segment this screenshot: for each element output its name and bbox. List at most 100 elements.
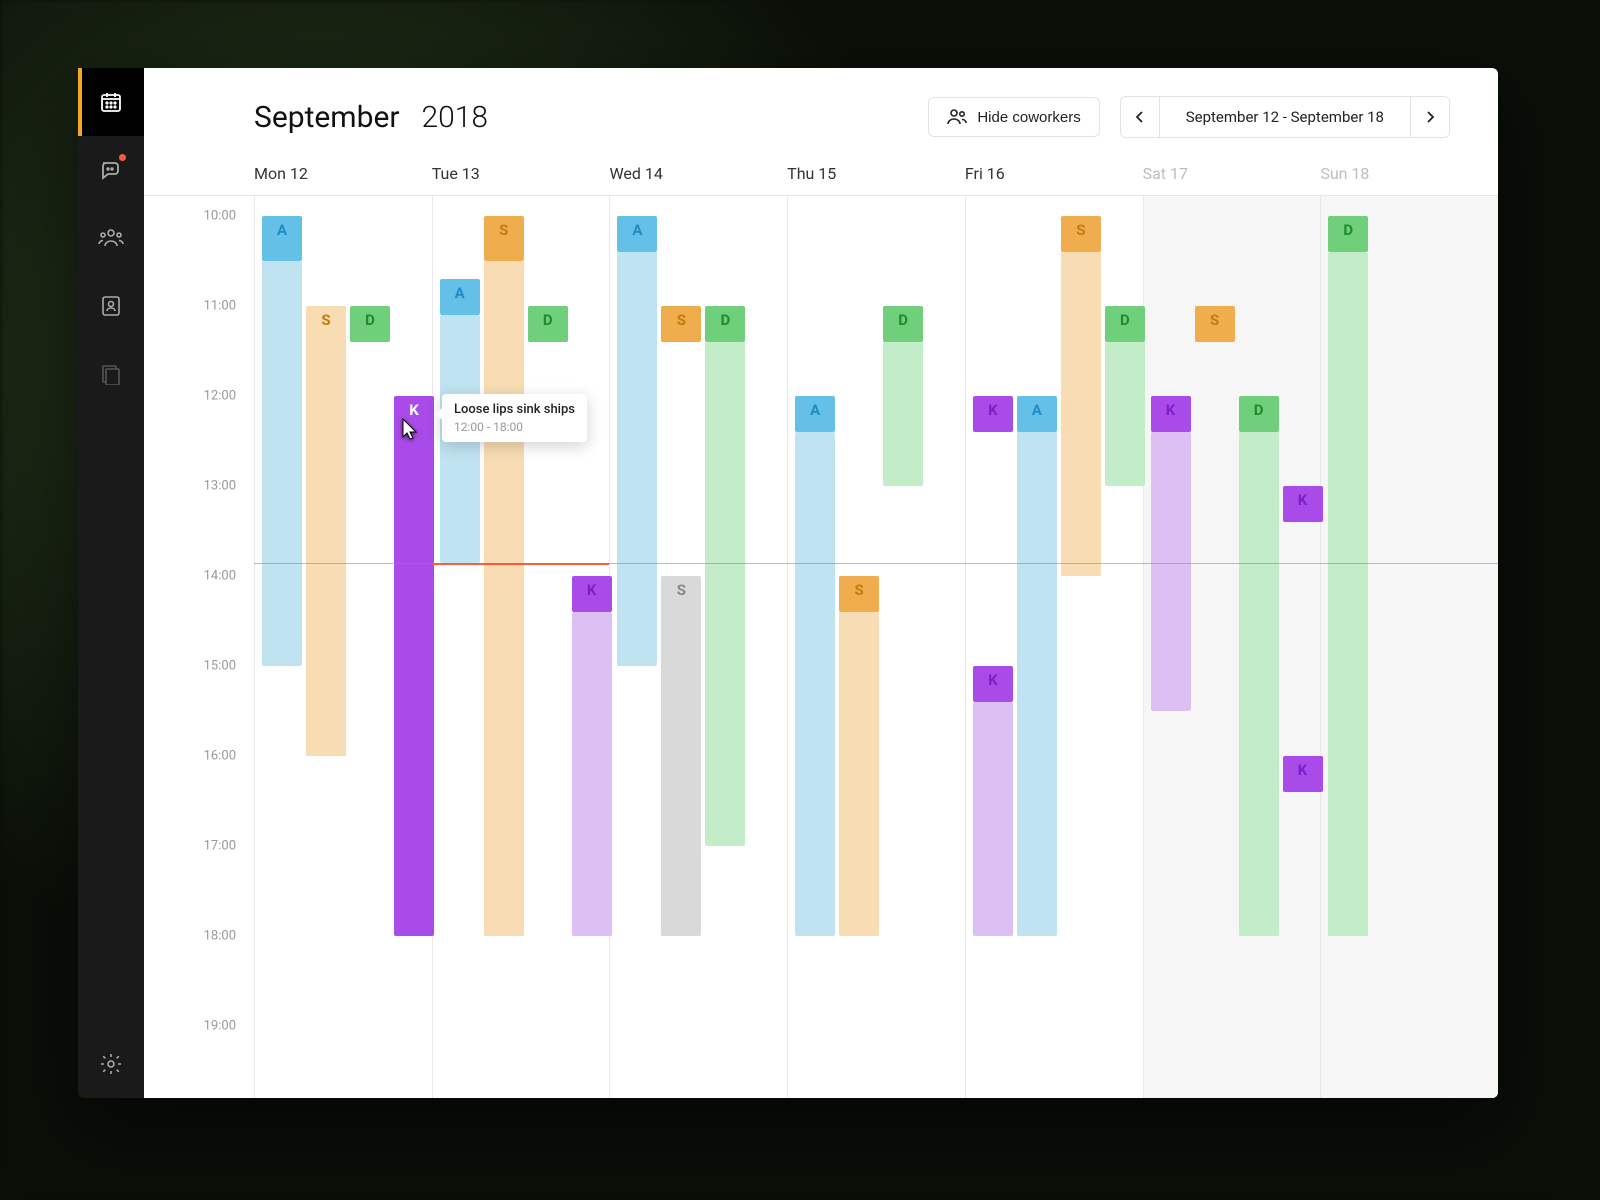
- calendar-app-window: September 2018 Hide coworkers: [78, 68, 1498, 1098]
- event-coworker-badge: D: [543, 311, 553, 329]
- calendar-event[interactable]: [705, 342, 745, 846]
- chat-icon: [99, 158, 123, 182]
- calendar-event[interactable]: D: [1105, 306, 1145, 342]
- tooltip-title: Loose lips sink ships: [454, 402, 575, 418]
- hide-coworkers-button[interactable]: Hide coworkers: [928, 97, 1099, 137]
- event-coworker-badge: S: [1210, 311, 1219, 329]
- main-panel: September 2018 Hide coworkers: [144, 68, 1498, 1098]
- calendar-event[interactable]: D: [528, 306, 568, 342]
- calendar-event[interactable]: [1017, 432, 1057, 936]
- event-coworker-badge: S: [855, 581, 864, 599]
- date-range-label[interactable]: September 12 - September 18: [1159, 97, 1411, 137]
- chevron-right-icon: [1425, 110, 1435, 124]
- tooltip-time: 12:00 - 18:00: [454, 420, 575, 434]
- day-header-row: Mon 12Tue 13Wed 14Thu 15Fri 16Sat 17Sun …: [144, 164, 1498, 195]
- calendar-event[interactable]: A: [795, 396, 835, 432]
- time-label: 16:00: [204, 749, 236, 764]
- time-column: 10:0011:0012:0013:0014:0015:0016:0017:00…: [144, 196, 254, 1098]
- calendar-event[interactable]: [484, 261, 524, 936]
- calendar-event[interactable]: A: [1017, 396, 1057, 432]
- calendar-event[interactable]: [883, 342, 923, 486]
- notification-dot-icon: [119, 154, 126, 161]
- calendar-event[interactable]: [973, 702, 1013, 936]
- calendar-event[interactable]: [839, 612, 879, 936]
- calendar-event[interactable]: A: [262, 216, 302, 261]
- calendar-event[interactable]: D: [1328, 216, 1368, 252]
- event-coworker-badge: S: [321, 311, 330, 329]
- calendar-event[interactable]: S: [306, 306, 346, 756]
- calendar-event[interactable]: [572, 612, 612, 936]
- chevron-left-icon: [1135, 110, 1145, 124]
- prev-week-button[interactable]: [1121, 97, 1159, 137]
- day-header: Mon 12: [254, 164, 432, 195]
- time-label: 10:00: [204, 209, 236, 224]
- calendar-event[interactable]: [617, 252, 657, 666]
- current-time-indicator-faint: [609, 563, 787, 564]
- current-time-indicator-faint: [1143, 563, 1321, 564]
- calendar-event[interactable]: K: [973, 666, 1013, 702]
- team-icon: [98, 226, 124, 250]
- event-coworker-badge: K: [988, 401, 998, 419]
- calendar-grid[interactable]: ASDKASDKASSDASDKKASDKSDKKDLoose lips sin…: [254, 196, 1498, 1098]
- calendar-event[interactable]: A: [617, 216, 657, 252]
- calendar-event[interactable]: K: [973, 396, 1013, 432]
- sidebar-item-settings[interactable]: [78, 1030, 144, 1098]
- calendar-event[interactable]: K: [1283, 486, 1323, 522]
- day-header: Sat 17: [1143, 164, 1321, 195]
- contact-book-icon: [100, 294, 122, 318]
- time-label: 11:00: [204, 299, 236, 314]
- current-time-indicator-faint: [254, 563, 432, 564]
- calendar-event[interactable]: D: [350, 306, 390, 342]
- calendar-event[interactable]: D: [705, 306, 745, 342]
- calendar-event[interactable]: D: [1239, 396, 1279, 432]
- current-time-indicator-faint: [965, 563, 1143, 564]
- event-tooltip: Loose lips sink ships 12:00 - 18:00: [442, 394, 587, 442]
- sidebar-item-calendar[interactable]: [78, 68, 144, 136]
- time-label: 19:00: [204, 1019, 236, 1034]
- calendar-event[interactable]: S: [1061, 216, 1101, 252]
- event-coworker-badge: A: [1032, 401, 1042, 419]
- event-coworker-badge: D: [1254, 401, 1264, 419]
- calendar-event[interactable]: S: [1195, 306, 1235, 342]
- event-coworker-badge: K: [1298, 491, 1308, 509]
- event-coworker-badge: A: [810, 401, 820, 419]
- calendar-event[interactable]: [262, 261, 302, 666]
- calendar-event[interactable]: K: [394, 396, 434, 936]
- calendar-event[interactable]: A: [440, 279, 480, 315]
- day-header: Sun 18: [1320, 164, 1498, 195]
- calendar-event[interactable]: S: [661, 576, 701, 936]
- day-header: Fri 16: [965, 164, 1143, 195]
- calendar-event[interactable]: [1061, 252, 1101, 576]
- calendar-event[interactable]: [795, 432, 835, 936]
- next-week-button[interactable]: [1411, 97, 1449, 137]
- cursor-icon: [402, 418, 420, 440]
- calendar-event[interactable]: D: [883, 306, 923, 342]
- calendar-event[interactable]: [1105, 342, 1145, 486]
- hide-coworkers-label: Hide coworkers: [977, 109, 1080, 126]
- sidebar-item-contacts[interactable]: [78, 272, 144, 340]
- current-time-indicator: [432, 563, 610, 565]
- calendar-event[interactable]: [1151, 432, 1191, 711]
- event-coworker-badge: D: [898, 311, 908, 329]
- calendar-event[interactable]: K: [1283, 756, 1323, 792]
- day-header: Wed 14: [609, 164, 787, 195]
- calendar-event[interactable]: S: [661, 306, 701, 342]
- time-label: 14:00: [204, 569, 236, 584]
- sidebar-item-notes[interactable]: [78, 340, 144, 408]
- event-coworker-badge: D: [1120, 311, 1130, 329]
- title-month: September: [254, 100, 400, 135]
- calendar-event[interactable]: K: [572, 576, 612, 612]
- event-coworker-badge: K: [1298, 761, 1308, 779]
- calendar-event[interactable]: [1239, 432, 1279, 936]
- calendar-event[interactable]: K: [1151, 396, 1191, 432]
- calendar-grid-area: 10:0011:0012:0013:0014:0015:0016:0017:00…: [144, 195, 1498, 1098]
- calendar-icon: [99, 90, 123, 114]
- sidebar-item-messages[interactable]: [78, 136, 144, 204]
- calendar-event[interactable]: S: [484, 216, 524, 261]
- calendar-event[interactable]: S: [839, 576, 879, 612]
- calendar-event[interactable]: [1328, 252, 1368, 936]
- people-icon: [947, 108, 967, 126]
- sidebar-item-team[interactable]: [78, 204, 144, 272]
- time-label: 17:00: [204, 839, 236, 854]
- date-range-picker: September 12 - September 18: [1120, 96, 1450, 138]
